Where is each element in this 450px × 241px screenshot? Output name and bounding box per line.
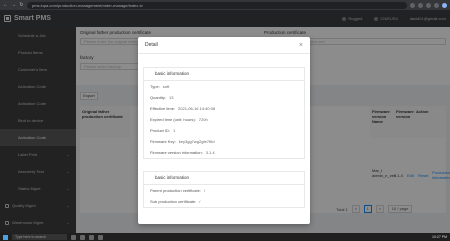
back-icon[interactable]: ←	[3, 2, 8, 8]
extension-icon[interactable]	[434, 2, 439, 8]
os-taskbar: Type here to search 10:27 PM	[0, 233, 450, 241]
detail-row: Firmware version information: 3.1.4	[150, 150, 215, 155]
taskbar-search[interactable]: Type here to search	[12, 234, 67, 240]
detail-row: Quantity: 13	[150, 95, 174, 100]
card-heading: basic information	[144, 172, 304, 185]
detail-row: Effective time: 2021-06-16 14:40:08	[150, 106, 216, 111]
modal-title: Detail	[145, 42, 158, 48]
close-icon[interactable]: ×	[299, 42, 303, 49]
browser-toolbar: ← → ↻ pms.lupa.com/production-management…	[0, 0, 450, 10]
windows-start-icon[interactable]	[3, 234, 8, 240]
extension-icon[interactable]	[426, 2, 431, 8]
certificate-info-card: basic information Parent production cert…	[143, 171, 305, 208]
detail-row: Firmware Key: key3gg7wg2gfe7f6d	[150, 139, 215, 144]
taskbar-app-icon[interactable]	[71, 234, 76, 240]
basic-info-card: basic information Type: soft Quantity: 13 …	[143, 67, 305, 159]
reload-icon[interactable]: ↻	[19, 2, 24, 8]
detail-row: Type: soft	[150, 84, 170, 89]
address-bar[interactable]: pms.lupa.com/production-management/order…	[27, 1, 407, 9]
modal-header: Detail ×	[138, 37, 310, 54]
extension-icon[interactable]	[418, 2, 423, 8]
forward-icon[interactable]: →	[11, 2, 16, 8]
taskbar-app-icon[interactable]	[98, 234, 103, 240]
taskbar-app-icon[interactable]	[89, 234, 94, 240]
detail-row: Product ID: 1	[150, 128, 176, 133]
taskbar-app-icon[interactable]	[80, 234, 85, 240]
detail-modal: Detail × basic information Type: soft Qua…	[138, 37, 310, 224]
detail-row: Expired time (unit: hours): 720h	[150, 117, 208, 122]
detail-row: Parent production certificate: /	[150, 188, 206, 193]
card-heading: basic information	[144, 68, 304, 81]
modal-body: basic information Type: soft Quantity: 13 …	[138, 54, 310, 224]
clock: 10:27 PM	[432, 235, 447, 239]
extension-icon[interactable]	[410, 2, 415, 8]
profile-icon[interactable]	[442, 2, 447, 8]
detail-row: Sub production certificate: /	[150, 199, 201, 204]
